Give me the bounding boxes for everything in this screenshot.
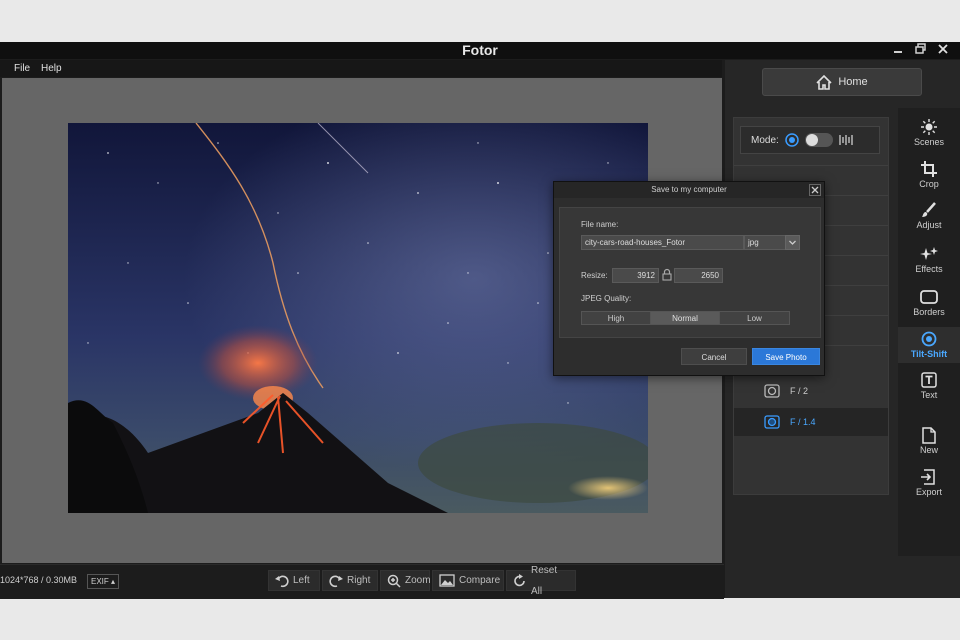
close-window-button[interactable]	[935, 42, 951, 58]
sidebar-item-export[interactable]: Export	[898, 468, 960, 497]
sidebar-item-crop[interactable]: Crop	[898, 160, 960, 189]
sidebar-label: Adjust	[916, 220, 942, 230]
minimize-button[interactable]	[890, 42, 906, 58]
rotate-left-button[interactable]: Left	[268, 570, 320, 591]
sidebar-label: New	[919, 445, 938, 455]
rotate-right-icon	[329, 575, 343, 587]
quality-low-button[interactable]: Low	[719, 311, 790, 325]
reset-icon	[514, 573, 525, 586]
compare-icon	[439, 574, 455, 587]
fstop-label: F / 1.4	[790, 417, 816, 427]
home-label: Home	[838, 76, 868, 88]
menu-file[interactable]: File	[14, 60, 30, 77]
menu-help[interactable]: Help	[41, 60, 62, 77]
restore-button[interactable]	[912, 42, 928, 58]
border-icon	[920, 290, 938, 304]
sparkle-icon	[920, 247, 938, 260]
tool-sidebar: Scenes Crop Adjust Effects Borders Tilt-…	[898, 108, 960, 556]
home-icon	[816, 74, 832, 90]
sidebar-label: Borders	[913, 307, 945, 317]
sidebar-label: Effects	[915, 264, 943, 274]
close-icon	[811, 186, 819, 194]
chevron-down-icon	[789, 240, 796, 245]
aspect-lock-button[interactable]	[662, 268, 672, 281]
reset-all-button[interactable]: Reset All	[506, 565, 576, 597]
compare-button[interactable]: Compare	[432, 570, 504, 591]
sidebar-label: Export	[915, 487, 942, 497]
dialog-title: Save to my computer	[554, 182, 824, 198]
fstop-option-f2[interactable]: F / 2	[734, 377, 888, 405]
divider	[734, 165, 888, 166]
image-info: 1024*768 / 0.30MB	[0, 575, 78, 585]
sidebar-item-adjust[interactable]: Adjust	[898, 201, 960, 230]
target-icon	[921, 331, 937, 347]
rotate-left-label: Left	[293, 575, 310, 586]
aperture-icon	[764, 415, 780, 429]
radial-mode-icon[interactable]	[785, 133, 799, 147]
sidebar-label: Tilt-Shift	[910, 349, 948, 359]
menu-bar: File Help	[0, 60, 722, 77]
close-icon	[938, 44, 948, 54]
sidebar-item-effects[interactable]: Effects	[898, 245, 960, 274]
sidebar-item-borders[interactable]: Borders	[898, 288, 960, 317]
mode-label: Mode:	[751, 134, 779, 146]
mode-toggle[interactable]	[804, 133, 833, 147]
sidebar-label: Crop	[919, 179, 939, 189]
reset-all-label: Reset All	[531, 564, 558, 597]
resize-width-input[interactable]: 3912	[612, 268, 659, 283]
exif-button[interactable]: EXIF ▴	[87, 574, 119, 589]
cancel-button[interactable]: Cancel	[681, 348, 747, 365]
resize-label: Resize:	[581, 271, 608, 280]
mode-row: Mode:	[740, 126, 880, 154]
sidebar-item-scenes[interactable]: Scenes	[898, 118, 960, 147]
text-icon	[921, 372, 937, 388]
sidebar-item-new[interactable]: New	[898, 426, 960, 455]
brush-icon	[922, 202, 936, 217]
sidebar-item-tilt-shift[interactable]: Tilt-Shift	[898, 327, 960, 363]
fstop-option-f1-4[interactable]: F / 1.4	[734, 408, 888, 436]
dialog-body: File name: city-cars-road-houses_Fotor j…	[559, 207, 821, 338]
status-bar: 1024*768 / 0.30MB EXIF ▴ Left Right Zoom…	[0, 564, 724, 599]
save-photo-button[interactable]: Save Photo	[752, 348, 820, 365]
jpeg-quality-label: JPEG Quality:	[581, 294, 632, 303]
mode-toggle-knob	[805, 134, 818, 146]
new-file-icon	[922, 426, 936, 444]
sun-icon	[921, 119, 937, 135]
crop-icon	[921, 161, 937, 177]
format-value: jpg	[748, 238, 759, 247]
rotate-right-label: Right	[347, 575, 371, 586]
save-dialog: Save to my computer File name: city-cars…	[553, 181, 825, 376]
zoom-icon	[387, 574, 401, 588]
sidebar-label: Text	[920, 390, 938, 400]
zoom-label: Zoom	[405, 575, 431, 586]
fstop-label: F / 2	[790, 386, 809, 396]
rotate-left-icon	[275, 575, 289, 587]
resize-height-input[interactable]: 2650	[674, 268, 723, 283]
compare-label: Compare	[459, 575, 501, 586]
aperture-icon	[764, 384, 780, 398]
sidebar-label: Scenes	[913, 137, 945, 147]
dialog-close-button[interactable]	[809, 184, 821, 196]
file-name-input[interactable]: city-cars-road-houses_Fotor	[581, 235, 744, 250]
restore-icon	[914, 43, 926, 54]
home-button[interactable]: Home	[762, 68, 922, 96]
rotate-right-button[interactable]: Right	[322, 570, 378, 591]
sidebar-item-text[interactable]: Text	[898, 371, 960, 400]
app-title: Fotor	[462, 42, 498, 58]
minimize-icon	[894, 51, 902, 53]
title-bar: Fotor	[0, 42, 960, 59]
quality-high-button[interactable]: High	[581, 311, 651, 325]
quality-normal-button[interactable]: Normal	[650, 311, 720, 325]
export-icon	[921, 469, 935, 485]
linear-mode-icon[interactable]	[839, 134, 853, 146]
zoom-button[interactable]: Zoom	[380, 570, 431, 591]
format-dropdown-button[interactable]	[785, 235, 800, 250]
file-name-label: File name:	[581, 220, 619, 229]
lock-icon	[662, 268, 672, 281]
